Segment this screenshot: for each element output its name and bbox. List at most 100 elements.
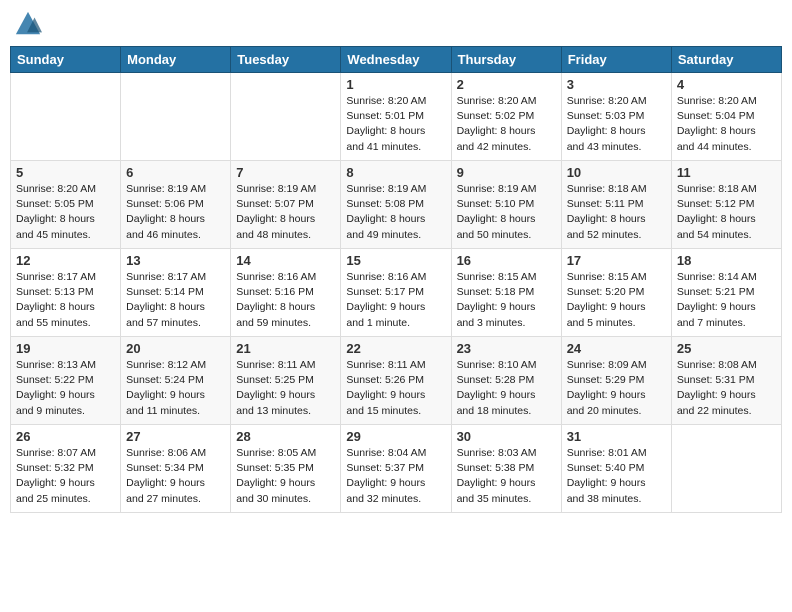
day-number: 12 — [16, 253, 115, 268]
day-number: 18 — [677, 253, 776, 268]
day-info: Sunrise: 8:18 AM Sunset: 5:12 PM Dayligh… — [677, 182, 776, 243]
day-info: Sunrise: 8:15 AM Sunset: 5:18 PM Dayligh… — [457, 270, 556, 331]
weekday-header: Saturday — [671, 47, 781, 73]
day-info: Sunrise: 8:10 AM Sunset: 5:28 PM Dayligh… — [457, 358, 556, 419]
day-number: 16 — [457, 253, 556, 268]
calendar-cell: 6 Sunrise: 8:19 AM Sunset: 5:06 PM Daylig… — [121, 161, 231, 249]
day-info: Sunrise: 8:17 AM Sunset: 5:13 PM Dayligh… — [16, 270, 115, 331]
calendar-cell: 2 Sunrise: 8:20 AM Sunset: 5:02 PM Daylig… — [451, 73, 561, 161]
day-info: Sunrise: 8:16 AM Sunset: 5:16 PM Dayligh… — [236, 270, 335, 331]
day-number: 28 — [236, 429, 335, 444]
calendar-cell: 20Sunrise: 8:12 AM Sunset: 5:24 PM Dayli… — [121, 337, 231, 425]
calendar-cell: 16 Sunrise: 8:15 AM Sunset: 5:18 PM Dayli… — [451, 249, 561, 337]
calendar-cell: 9 Sunrise: 8:19 AM Sunset: 5:10 PM Daylig… — [451, 161, 561, 249]
calendar-cell: 17 Sunrise: 8:15 AM Sunset: 5:20 PM Dayli… — [561, 249, 671, 337]
weekday-header: Tuesday — [231, 47, 341, 73]
weekday-header: Wednesday — [341, 47, 451, 73]
day-info: Sunrise: 8:20 AM Sunset: 5:04 PM Dayligh… — [677, 94, 776, 155]
calendar-week-row: 26 Sunrise: 8:07 AM Sunset: 5:32 PM Dayli… — [11, 425, 782, 513]
day-info: Sunrise: 8:20 AM Sunset: 5:03 PM Dayligh… — [567, 94, 666, 155]
calendar-cell: 31 Sunrise: 8:01 AM Sunset: 5:40 PM Dayli… — [561, 425, 671, 513]
calendar-cell: 26 Sunrise: 8:07 AM Sunset: 5:32 PM Dayli… — [11, 425, 121, 513]
calendar-cell: 28 Sunrise: 8:05 AM Sunset: 5:35 PM Dayli… — [231, 425, 341, 513]
day-info: Sunrise: 8:11 AM Sunset: 5:26 PM Dayligh… — [346, 358, 445, 419]
day-number: 11 — [677, 165, 776, 180]
calendar-week-row: 12 Sunrise: 8:17 AM Sunset: 5:13 PM Dayli… — [11, 249, 782, 337]
calendar-cell — [11, 73, 121, 161]
day-info: Sunrise: 8:19 AM Sunset: 5:06 PM Dayligh… — [126, 182, 225, 243]
calendar-cell — [231, 73, 341, 161]
calendar-cell: 23 Sunrise: 8:10 AM Sunset: 5:28 PM Dayli… — [451, 337, 561, 425]
day-info: Sunrise: 8:07 AM Sunset: 5:32 PM Dayligh… — [16, 446, 115, 507]
day-info: Sunrise: 8:14 AM Sunset: 5:21 PM Dayligh… — [677, 270, 776, 331]
weekday-header: Monday — [121, 47, 231, 73]
day-info: Sunrise: 8:01 AM Sunset: 5:40 PM Dayligh… — [567, 446, 666, 507]
calendar-header-row: SundayMondayTuesdayWednesdayThursdayFrid… — [11, 47, 782, 73]
logo — [14, 10, 46, 38]
calendar-cell: 29 Sunrise: 8:04 AM Sunset: 5:37 PM Dayli… — [341, 425, 451, 513]
calendar-cell: 27 Sunrise: 8:06 AM Sunset: 5:34 PM Dayli… — [121, 425, 231, 513]
calendar-cell: 14 Sunrise: 8:16 AM Sunset: 5:16 PM Dayli… — [231, 249, 341, 337]
calendar-cell: 25Sunrise: 8:08 AM Sunset: 5:31 PM Dayli… — [671, 337, 781, 425]
day-info: Sunrise: 8:15 AM Sunset: 5:20 PM Dayligh… — [567, 270, 666, 331]
day-info: Sunrise: 8:11 AM Sunset: 5:25 PM Dayligh… — [236, 358, 335, 419]
day-info: Sunrise: 8:18 AM Sunset: 5:11 PM Dayligh… — [567, 182, 666, 243]
logo-icon — [14, 10, 42, 38]
calendar-week-row: 1 Sunrise: 8:20 AM Sunset: 5:01 PM Daylig… — [11, 73, 782, 161]
calendar-cell: 3 Sunrise: 8:20 AM Sunset: 5:03 PM Daylig… — [561, 73, 671, 161]
day-number: 6 — [126, 165, 225, 180]
calendar-cell: 22 Sunrise: 8:11 AM Sunset: 5:26 PM Dayli… — [341, 337, 451, 425]
calendar-table: SundayMondayTuesdayWednesdayThursdayFrid… — [10, 46, 782, 513]
day-info: Sunrise: 8:17 AM Sunset: 5:14 PM Dayligh… — [126, 270, 225, 331]
weekday-header: Sunday — [11, 47, 121, 73]
calendar-cell: 19 Sunrise: 8:13 AM Sunset: 5:22 PM Dayli… — [11, 337, 121, 425]
day-number: 26 — [16, 429, 115, 444]
day-number: 23 — [457, 341, 556, 356]
calendar-cell: 30 Sunrise: 8:03 AM Sunset: 5:38 PM Dayli… — [451, 425, 561, 513]
day-info: Sunrise: 8:06 AM Sunset: 5:34 PM Dayligh… — [126, 446, 225, 507]
day-number: 27 — [126, 429, 225, 444]
calendar-cell — [121, 73, 231, 161]
day-info: Sunrise: 8:05 AM Sunset: 5:35 PM Dayligh… — [236, 446, 335, 507]
day-info: Sunrise: 8:13 AM Sunset: 5:22 PM Dayligh… — [16, 358, 115, 419]
day-number: 1 — [346, 77, 445, 92]
day-info: Sunrise: 8:20 AM Sunset: 5:02 PM Dayligh… — [457, 94, 556, 155]
calendar-cell: 1 Sunrise: 8:20 AM Sunset: 5:01 PM Daylig… — [341, 73, 451, 161]
day-info: Sunrise: 8:03 AM Sunset: 5:38 PM Dayligh… — [457, 446, 556, 507]
day-info: Sunrise: 8:04 AM Sunset: 5:37 PM Dayligh… — [346, 446, 445, 507]
day-number: 9 — [457, 165, 556, 180]
day-info: Sunrise: 8:12 AM Sunset: 5:24 PM Dayligh… — [126, 358, 225, 419]
day-number: 29 — [346, 429, 445, 444]
day-number: 4 — [677, 77, 776, 92]
day-number: 2 — [457, 77, 556, 92]
page-header — [10, 10, 782, 38]
day-info: Sunrise: 8:20 AM Sunset: 5:01 PM Dayligh… — [346, 94, 445, 155]
day-number: 30 — [457, 429, 556, 444]
day-number: 22 — [346, 341, 445, 356]
day-number: 8 — [346, 165, 445, 180]
day-number: 7 — [236, 165, 335, 180]
day-info: Sunrise: 8:19 AM Sunset: 5:08 PM Dayligh… — [346, 182, 445, 243]
day-number: 31 — [567, 429, 666, 444]
calendar-cell: 11 Sunrise: 8:18 AM Sunset: 5:12 PM Dayli… — [671, 161, 781, 249]
calendar-week-row: 5Sunrise: 8:20 AM Sunset: 5:05 PM Daylig… — [11, 161, 782, 249]
day-number: 17 — [567, 253, 666, 268]
calendar-cell: 18 Sunrise: 8:14 AM Sunset: 5:21 PM Dayli… — [671, 249, 781, 337]
calendar-cell — [671, 425, 781, 513]
day-number: 10 — [567, 165, 666, 180]
day-info: Sunrise: 8:19 AM Sunset: 5:10 PM Dayligh… — [457, 182, 556, 243]
calendar-cell: 21Sunrise: 8:11 AM Sunset: 5:25 PM Dayli… — [231, 337, 341, 425]
day-info: Sunrise: 8:08 AM Sunset: 5:31 PM Dayligh… — [677, 358, 776, 419]
day-number: 19 — [16, 341, 115, 356]
calendar-cell: 8 Sunrise: 8:19 AM Sunset: 5:08 PM Daylig… — [341, 161, 451, 249]
calendar-cell: 4 Sunrise: 8:20 AM Sunset: 5:04 PM Daylig… — [671, 73, 781, 161]
weekday-header: Friday — [561, 47, 671, 73]
day-number: 24 — [567, 341, 666, 356]
day-number: 14 — [236, 253, 335, 268]
calendar-week-row: 19 Sunrise: 8:13 AM Sunset: 5:22 PM Dayli… — [11, 337, 782, 425]
calendar-cell: 5Sunrise: 8:20 AM Sunset: 5:05 PM Daylig… — [11, 161, 121, 249]
day-number: 3 — [567, 77, 666, 92]
day-number: 13 — [126, 253, 225, 268]
calendar-cell: 7Sunrise: 8:19 AM Sunset: 5:07 PM Daylig… — [231, 161, 341, 249]
day-info: Sunrise: 8:09 AM Sunset: 5:29 PM Dayligh… — [567, 358, 666, 419]
